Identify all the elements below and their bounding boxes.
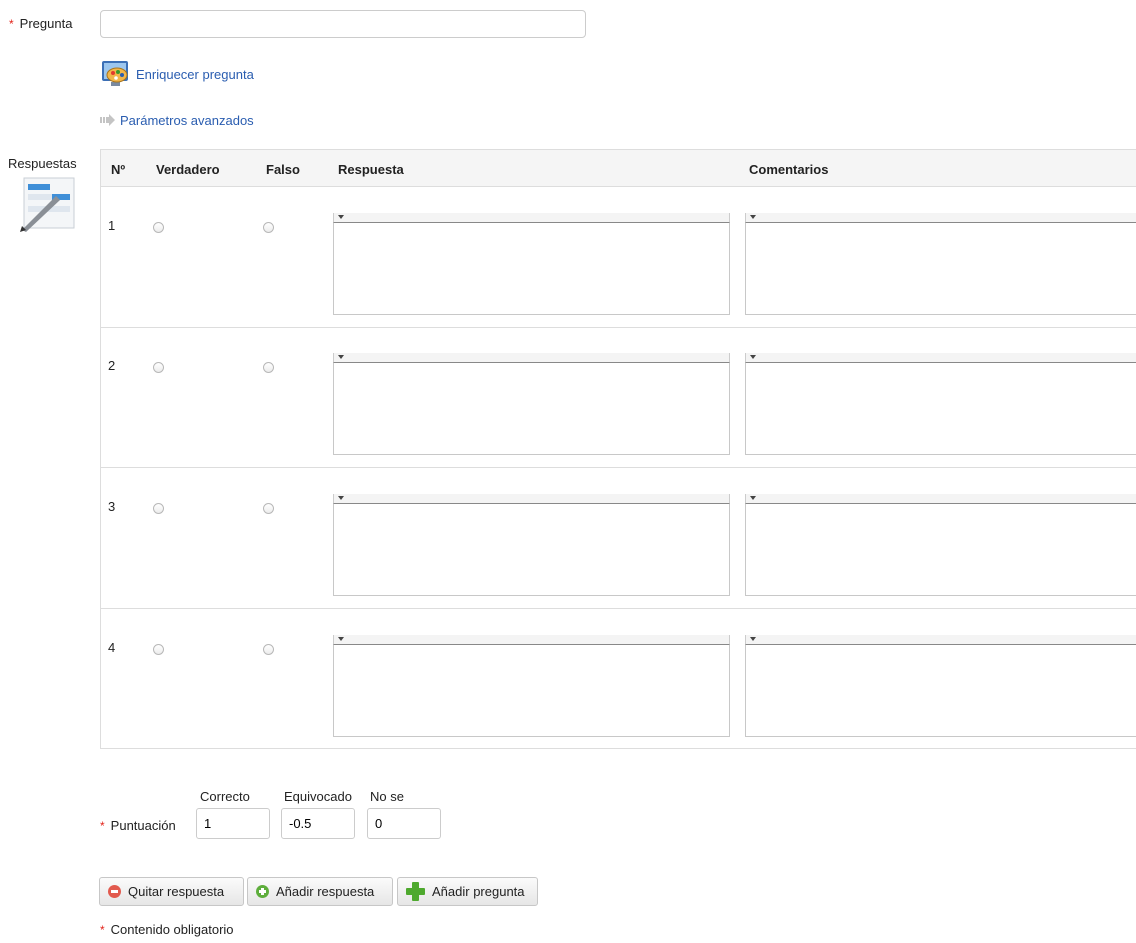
add-answer-label: Añadir respuesta — [276, 884, 375, 899]
comment-textarea[interactable] — [745, 363, 1136, 455]
score-label-group: * Puntuación — [100, 818, 176, 833]
comment-editor[interactable] — [745, 213, 1136, 316]
editor-toolbar-toggle[interactable] — [745, 494, 1136, 504]
answer-editor[interactable] — [333, 635, 730, 738]
true-radio[interactable] — [153, 362, 164, 373]
true-radio[interactable] — [153, 222, 164, 233]
answer-textarea[interactable] — [333, 645, 730, 737]
false-radio[interactable] — [263, 362, 274, 373]
unknown-label: No se — [370, 789, 404, 804]
col-comments: Comentarios — [749, 162, 829, 177]
comment-editor[interactable] — [745, 494, 1136, 597]
arrow-right-icon — [100, 114, 116, 126]
correct-score-input[interactable] — [196, 808, 270, 839]
editor-toolbar-toggle[interactable] — [333, 635, 730, 645]
row-number: 3 — [108, 499, 116, 514]
editor-toolbar-toggle[interactable] — [745, 353, 1136, 363]
green-plus-icon — [406, 882, 425, 901]
required-mark: * — [100, 819, 105, 833]
respuestas-label: Respuestas — [8, 156, 77, 171]
table-row: 2 — [101, 327, 1136, 468]
false-radio[interactable] — [263, 644, 274, 655]
answer-editor[interactable] — [333, 494, 730, 597]
editor-toolbar-toggle[interactable] — [745, 635, 1136, 645]
answer-textarea[interactable] — [333, 504, 730, 596]
answer-editor[interactable] — [333, 213, 730, 316]
comment-textarea[interactable] — [745, 645, 1136, 737]
enrich-question-link[interactable]: Enriquecer pregunta — [136, 67, 254, 82]
wrong-label: Equivocado — [284, 789, 352, 804]
unknown-score-input[interactable] — [367, 808, 441, 839]
pregunta-label: Pregunta — [19, 16, 73, 31]
required-note: * Contenido obligatorio — [100, 922, 234, 937]
score-label: Puntuación — [110, 818, 176, 833]
row-number: 1 — [108, 218, 116, 233]
editor-toolbar-toggle[interactable] — [333, 494, 730, 504]
table-row: 1 — [101, 187, 1136, 328]
editor-toolbar-toggle[interactable] — [745, 213, 1136, 223]
table-row: 3 — [101, 468, 1136, 609]
edit-list-icon — [18, 176, 78, 232]
remove-answer-button[interactable]: Quitar respuesta — [99, 877, 244, 906]
answer-textarea[interactable] — [333, 363, 730, 455]
true-radio[interactable] — [153, 503, 164, 514]
table-row: 4 — [101, 609, 1136, 749]
required-mark: * — [9, 17, 14, 31]
col-answer: Respuesta — [338, 162, 404, 177]
add-answer-button[interactable]: Añadir respuesta — [247, 877, 393, 906]
row-number: 4 — [108, 640, 116, 655]
editor-toolbar-toggle[interactable] — [333, 353, 730, 363]
add-question-button[interactable]: Añadir pregunta — [397, 877, 538, 906]
table-header: Nº Verdadero Falso Respuesta Comentarios — [101, 150, 1136, 187]
comment-editor[interactable] — [745, 353, 1136, 456]
false-radio[interactable] — [263, 222, 274, 233]
plus-circle-icon — [256, 885, 269, 898]
true-radio[interactable] — [153, 644, 164, 655]
required-mark: * — [100, 923, 105, 937]
comment-editor[interactable] — [745, 635, 1136, 738]
comment-textarea[interactable] — [745, 504, 1136, 596]
add-question-label: Añadir pregunta — [432, 884, 525, 899]
wrong-score-input[interactable] — [281, 808, 355, 839]
answer-textarea[interactable] — [333, 223, 730, 315]
pregunta-label-group: * Pregunta — [9, 16, 72, 31]
minus-circle-icon — [108, 885, 121, 898]
answers-table: Nº Verdadero Falso Respuesta Comentarios… — [100, 149, 1136, 749]
col-false: Falso — [266, 162, 300, 177]
correct-label: Correcto — [200, 789, 250, 804]
remove-answer-label: Quitar respuesta — [128, 884, 225, 899]
palette-monitor-icon[interactable] — [100, 58, 132, 90]
row-number: 2 — [108, 358, 116, 373]
required-note-text: Contenido obligatorio — [110, 922, 234, 937]
editor-toolbar-toggle[interactable] — [333, 213, 730, 223]
advanced-params-link[interactable]: Parámetros avanzados — [120, 113, 254, 128]
col-num: Nº — [111, 162, 126, 177]
comment-textarea[interactable] — [745, 223, 1136, 315]
pregunta-input[interactable] — [100, 10, 586, 38]
false-radio[interactable] — [263, 503, 274, 514]
answer-editor[interactable] — [333, 353, 730, 456]
col-true: Verdadero — [156, 162, 220, 177]
